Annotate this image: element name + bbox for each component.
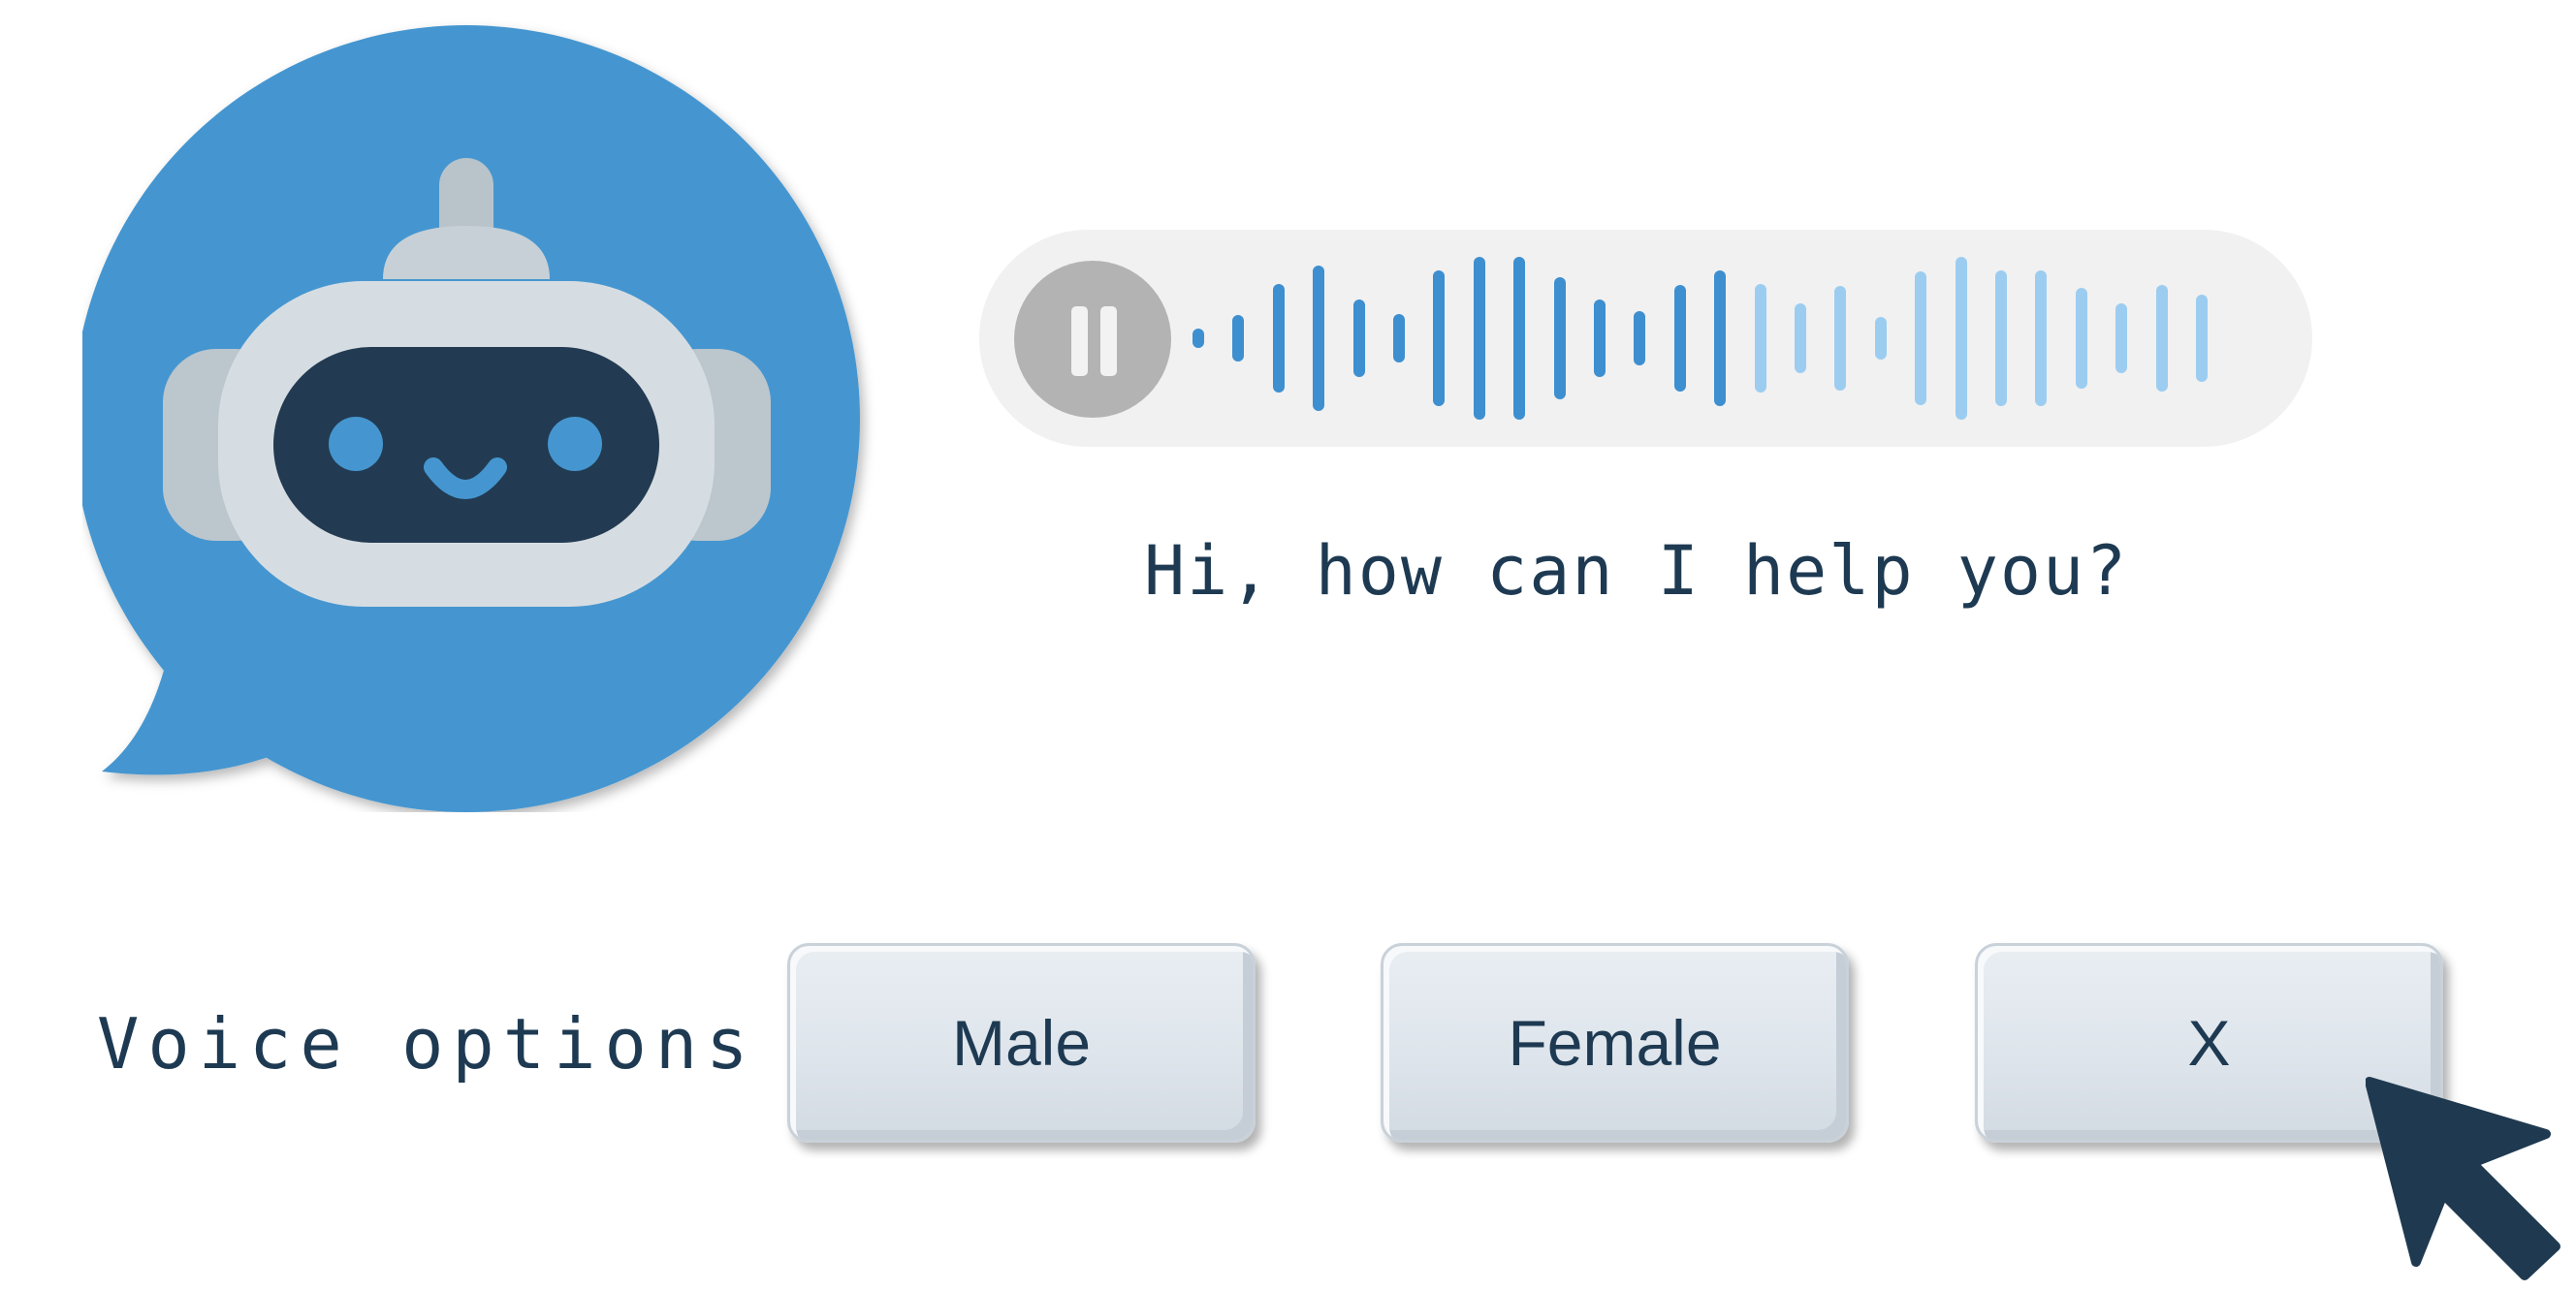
- waveform-bar: [1433, 270, 1446, 406]
- waveform-bar: [1313, 266, 1325, 411]
- waveform-bar: [1714, 270, 1727, 406]
- waveform-bar: [1673, 285, 1686, 392]
- female-voice-button[interactable]: Female: [1381, 943, 1849, 1143]
- male-voice-button[interactable]: Male: [787, 943, 1256, 1143]
- audio-waveform[interactable]: [1193, 230, 2240, 447]
- waveform-bar: [1795, 303, 1806, 373]
- waveform-bar: [2155, 285, 2168, 392]
- mouse-pointer-icon: [2366, 1077, 2560, 1280]
- waveform-bar: [1473, 257, 1485, 420]
- waveform-bar: [2196, 295, 2208, 382]
- waveform-bar: [2115, 303, 2128, 373]
- voice-message-player: [979, 230, 2312, 447]
- pause-icon-bar: [1100, 306, 1117, 376]
- waveform-bar: [1272, 284, 1285, 393]
- assistant-greeting: Hi, how can I help you?: [1144, 531, 2129, 611]
- robot-chat-bubble-icon: [82, 25, 860, 812]
- waveform-bar: [1193, 329, 1204, 348]
- waveform-bar: [2035, 270, 2048, 406]
- waveform-bar: [1232, 315, 1245, 362]
- waveform-bar: [1834, 286, 1847, 391]
- waveform-bar: [2075, 288, 2087, 389]
- waveform-bar: [1553, 277, 1566, 399]
- waveform-bar: [1634, 311, 1646, 365]
- waveform-bar: [1874, 317, 1887, 360]
- pause-button[interactable]: [1014, 261, 1171, 418]
- waveform-bar: [1594, 299, 1606, 377]
- pause-icon: [1071, 306, 1088, 376]
- waveform-bar: [1915, 271, 1927, 405]
- waveform-bar: [1513, 257, 1526, 420]
- voice-options-label: Voice options: [97, 1003, 757, 1085]
- waveform-bar: [1995, 270, 2007, 406]
- waveform-bar: [1393, 314, 1405, 362]
- waveform-bar: [1352, 299, 1365, 377]
- waveform-bar: [1754, 284, 1766, 393]
- waveform-bar: [1955, 257, 1967, 420]
